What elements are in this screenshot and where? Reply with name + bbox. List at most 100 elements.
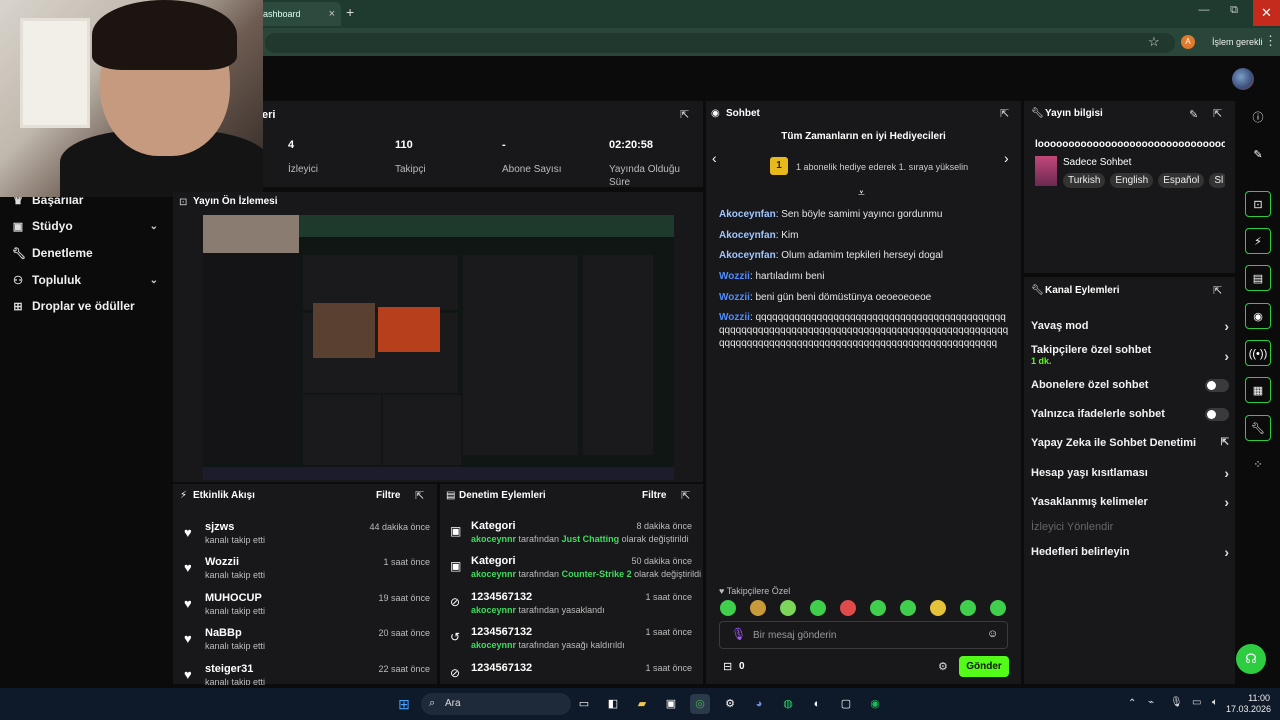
widgets-icon[interactable]: ◧ xyxy=(603,694,623,714)
action-required-label[interactable]: İşlem gerekli xyxy=(1212,37,1263,47)
spotify-icon[interactable]: ◉ xyxy=(865,694,885,714)
expand-icon[interactable]: ⇱ xyxy=(680,108,689,121)
gear-icon[interactable]: ⚙︎ xyxy=(938,660,948,673)
sidebar-item-topluluk[interactable]: ⚇ Topluluk ⌄ xyxy=(12,270,162,290)
taskbar-clock[interactable]: 11:00 17.03.2026 xyxy=(1226,693,1271,715)
network-icon[interactable]: ⌁ xyxy=(1148,697,1154,708)
emote-icon[interactable] xyxy=(870,600,886,616)
tag[interactable]: English xyxy=(1110,173,1154,188)
whatsapp-icon[interactable]: ◍ xyxy=(778,694,798,714)
followers-only-item[interactable]: Takipçilere özel sohbet 1 dk. › xyxy=(1031,344,1229,366)
tag[interactable]: Sl xyxy=(1209,173,1225,188)
maximize-button[interactable]: ⧉ xyxy=(1224,4,1244,22)
account-age-item[interactable]: Hesap yaşı kısıtlaması › xyxy=(1031,465,1229,481)
info-icon[interactable]: ⓘ xyxy=(1245,105,1271,131)
toggle-switch[interactable] xyxy=(1205,379,1229,392)
bookmark-star-icon[interactable]: ☆ xyxy=(1148,34,1160,50)
ai-moderation-item[interactable]: Yapay Zeka ile Sohbet Denetimi ⇱ xyxy=(1031,437,1229,449)
emote-icon[interactable] xyxy=(840,600,856,616)
toggle-switch[interactable] xyxy=(1205,408,1229,421)
sidebar-item-denetleme[interactable]: 🔧︎ Denetleme xyxy=(12,243,162,263)
heart-icon: ♥ xyxy=(184,667,192,682)
help-headset-icon[interactable]: ☊ xyxy=(1236,644,1266,674)
emote-icon[interactable] xyxy=(960,600,976,616)
chat-bubble-icon[interactable]: ◉ xyxy=(1245,303,1271,329)
chevron-up-icon[interactable]: ⌃ xyxy=(1128,698,1136,709)
microphone-icon[interactable]: 🎙︎ xyxy=(1170,697,1183,708)
moderation-filter-button[interactable]: Filtre xyxy=(642,490,666,501)
windows-start-icon[interactable]: ⊞ xyxy=(394,694,414,714)
emote-icon[interactable] xyxy=(750,600,766,616)
sidebar-item-studyo[interactable]: ▣ Stüdyo ⌄ xyxy=(12,216,162,236)
preview-toggle-icon[interactable]: ⊡ xyxy=(1245,191,1271,217)
bolt-icon[interactable]: ⚡︎ xyxy=(1245,228,1271,254)
microphone-icon[interactable]: 🎙︎ xyxy=(731,627,746,641)
chrome-icon[interactable]: ◎ xyxy=(690,694,710,714)
profile-avatar[interactable]: A xyxy=(1181,35,1195,49)
wrench-icon: 🔧︎ xyxy=(1031,285,1044,296)
display-icon[interactable]: ▭ xyxy=(1192,697,1201,708)
emote-icon[interactable] xyxy=(990,600,1006,616)
taskbar-search-input[interactable] xyxy=(421,693,571,715)
subscribers-only-item[interactable]: Abonelere özel sohbet xyxy=(1031,379,1229,392)
tab-close-icon[interactable]: × xyxy=(329,2,335,26)
stream-preview-video[interactable] xyxy=(203,215,674,480)
edit-icon[interactable]: ✎ xyxy=(1245,142,1271,168)
new-tab-button[interactable]: + xyxy=(346,4,362,24)
wrench-icon[interactable]: 🔧︎ xyxy=(1245,415,1271,441)
expand-icon[interactable]: ⇱ xyxy=(1000,107,1009,120)
browser-menu-icon[interactable]: ⋮ xyxy=(1264,33,1277,49)
banned-words-item[interactable]: Yasaklanmış kelimeler › xyxy=(1031,494,1229,510)
chevron-right-icon: › xyxy=(1224,318,1229,334)
emote-icon[interactable] xyxy=(780,600,796,616)
emote-icon[interactable] xyxy=(810,600,826,616)
expand-icon[interactable]: ⇱ xyxy=(1213,107,1222,120)
chevron-left-icon[interactable]: ‹ xyxy=(712,150,717,166)
emote-icon[interactable] xyxy=(930,600,946,616)
discord-icon[interactable]: ◕ xyxy=(749,694,769,714)
steam-icon[interactable]: ◐ xyxy=(807,694,827,714)
expand-icon[interactable]: ⇱ xyxy=(681,489,690,502)
file-explorer-icon[interactable]: ▰ xyxy=(632,694,652,714)
gifters-subtitle: 1 abonelik hediye ederek 1. sıraya yükse… xyxy=(796,162,969,172)
emote-icon[interactable] xyxy=(720,600,736,616)
sidebar-item-label: Droplar ve ödüller xyxy=(32,299,135,313)
close-window-button[interactable]: ✕ xyxy=(1253,0,1280,26)
goals-item[interactable]: Hedefleri belirleyin › xyxy=(1031,544,1229,560)
chevron-right-icon[interactable]: › xyxy=(1004,150,1009,166)
tag[interactable]: Español xyxy=(1158,173,1205,188)
expand-icon[interactable]: ⇱ xyxy=(415,489,424,502)
expand-icon[interactable]: ⇱ xyxy=(1213,284,1222,297)
emotes-only-item[interactable]: Yalnızca ifadelerle sohbet xyxy=(1031,408,1229,421)
edit-icon[interactable]: ✎ xyxy=(1189,108,1198,121)
emote-icon[interactable] xyxy=(900,600,916,616)
chevron-right-icon: › xyxy=(1224,544,1229,560)
list-item: ♥ Wozzii kanalı takip etti 1 saat önce xyxy=(184,556,430,580)
task-view-icon[interactable]: ▭ xyxy=(574,694,594,714)
layout-icon[interactable]: ▦ xyxy=(1245,377,1271,403)
speaker-icon[interactable]: 🔈︎ xyxy=(1212,697,1218,708)
settings-icon[interactable]: ⚙︎ xyxy=(720,694,740,714)
broadcast-icon[interactable]: ((•)) xyxy=(1245,340,1271,366)
store-icon[interactable]: ▣ xyxy=(661,694,681,714)
minimize-button[interactable]: — xyxy=(1194,4,1214,22)
activity-filter-button[interactable]: Filtre xyxy=(376,490,400,501)
heart-icon: ♥ xyxy=(184,596,192,611)
pin-icon[interactable]: ⩡ xyxy=(858,186,865,201)
browser-tab[interactable]: ashboard × xyxy=(255,2,341,26)
tag[interactable]: Turkish xyxy=(1063,173,1106,188)
chevron-right-icon: › xyxy=(1224,494,1229,510)
app-icon[interactable]: ▢ xyxy=(836,694,856,714)
emoji-icon[interactable]: ☺ xyxy=(987,628,998,640)
slow-mode-item[interactable]: Yavaş mod › xyxy=(1031,318,1229,334)
url-input[interactable] xyxy=(265,33,1175,53)
document-icon[interactable]: ▤ xyxy=(1245,265,1271,291)
preview-thumbnail xyxy=(203,215,674,480)
sidebar-item-droplar[interactable]: ⊞ Droplar ve ödüller xyxy=(12,296,162,316)
gift-icon[interactable]: ⊟ xyxy=(723,660,732,673)
more-icon[interactable]: ⁘ xyxy=(1245,452,1271,478)
sidebar-item-label: Topluluk xyxy=(32,273,82,287)
user-avatar[interactable] xyxy=(1232,68,1254,90)
send-button[interactable]: Gönder xyxy=(959,656,1009,677)
gifters-title: Tüm Zamanların en iyi Hediyecileri xyxy=(781,131,946,142)
